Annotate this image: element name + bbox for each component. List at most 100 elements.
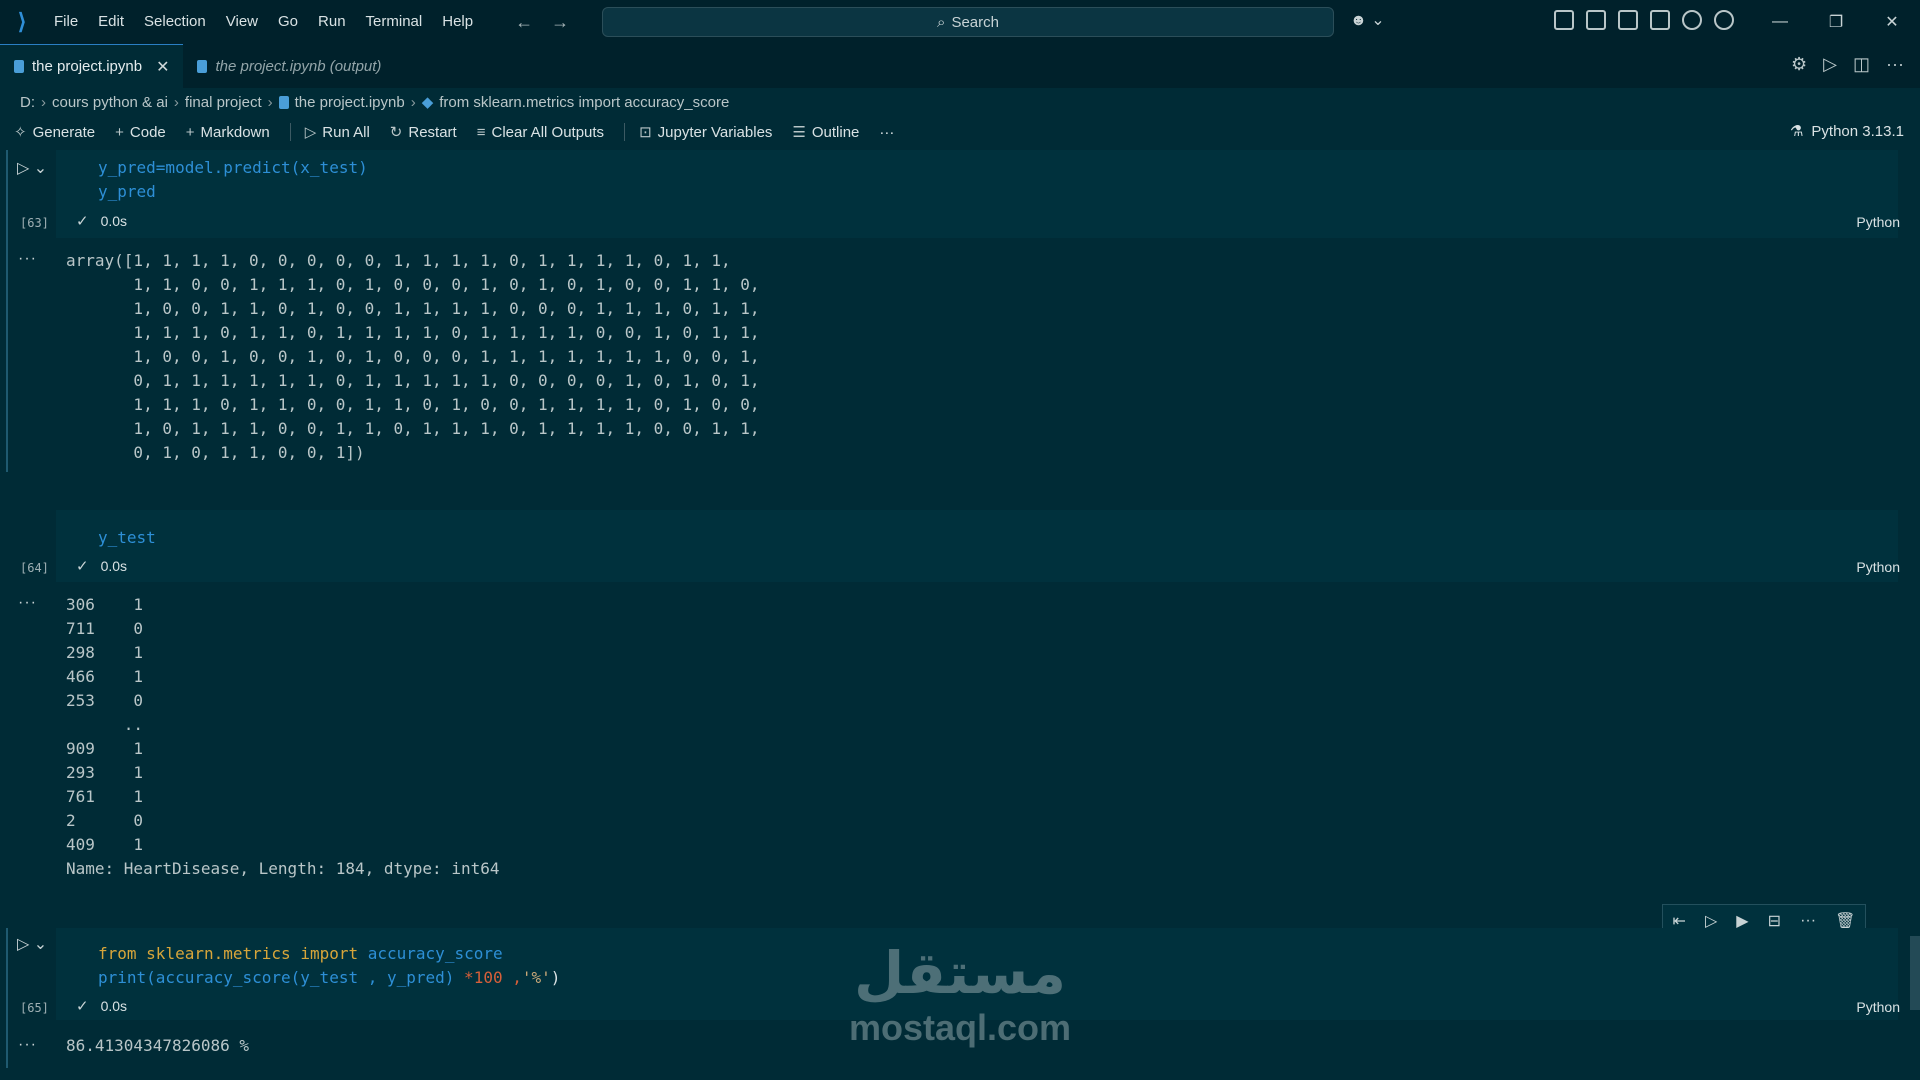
code-line: y_pred=model.predict(x_test) — [98, 158, 368, 177]
print-call: print(accuracy_score(y_test , y_pred) — [98, 968, 455, 987]
execution-count: [64] — [20, 561, 49, 575]
menu-bar: File Edit Selection View Go Run Terminal… — [44, 0, 483, 44]
restore-icon[interactable]: ❐ — [1808, 0, 1864, 44]
tab-notebook-output[interactable]: the project.ipynb (output) — [183, 44, 395, 88]
menu-view[interactable]: View — [216, 0, 268, 44]
menu-file[interactable]: File — [44, 0, 88, 44]
account-icon[interactable] — [1682, 10, 1702, 30]
run-cell-button[interactable]: ▷ ⌄ — [17, 934, 47, 954]
toggle-panel-icon[interactable] — [1618, 10, 1638, 30]
chevron-right-icon: › — [267, 93, 273, 111]
tab-notebook[interactable]: the project.ipynb ✕ — [0, 44, 184, 88]
copilot-icon[interactable]: ☻ ⌄ — [1350, 10, 1385, 30]
more-actions-icon[interactable]: ··· — [1886, 54, 1904, 75]
add-code-cell-button[interactable]: + Code — [115, 124, 166, 141]
toggle-primary-sidebar-icon[interactable] — [1586, 10, 1606, 30]
outline-button[interactable]: ☰ Outline — [792, 123, 860, 142]
close-paren: ) — [550, 968, 561, 987]
menu-go[interactable]: Go — [268, 0, 308, 44]
plus-icon: + — [185, 123, 195, 141]
manage-gear-icon[interactable] — [1714, 10, 1734, 30]
cell-language[interactable]: Python — [1856, 214, 1900, 230]
clear-all-outputs-button[interactable]: ≡ Clear All Outputs — [477, 124, 604, 141]
keyword-from: from — [98, 944, 137, 963]
code-label: Code — [129, 123, 166, 141]
restart-button[interactable]: ↻ Restart — [390, 123, 457, 142]
clear-label: Clear All Outputs — [491, 123, 605, 141]
menu-edit[interactable]: Edit — [88, 0, 134, 44]
sparkle-icon: ✧ — [14, 124, 27, 141]
output-more-icon[interactable]: ··· — [18, 1036, 37, 1054]
restart-label: Restart — [408, 123, 457, 141]
cell-language[interactable]: Python — [1856, 999, 1900, 1015]
generate-label: Generate — [32, 123, 96, 141]
minimize-icon[interactable]: — — [1752, 0, 1808, 44]
breadcrumb-folder[interactable]: final project — [185, 94, 262, 111]
breadcrumb-cell[interactable]: from sklearn.metrics import accuracy_sco… — [439, 94, 729, 111]
breadcrumb-drive[interactable]: D: — [20, 94, 35, 111]
vscode-logo-icon: ⟩ — [17, 9, 27, 34]
outline-label: Outline — [811, 123, 860, 141]
markdown-label: Markdown — [200, 123, 270, 141]
cell-output: array([1, 1, 1, 1, 0, 0, 0, 0, 0, 1, 1, … — [66, 251, 760, 462]
code-editor[interactable]: y_pred=model.predict(x_test) y_pred — [56, 150, 1898, 204]
cell-output: 306 1 711 0 298 1 466 1 253 0 .. 909 1 2… — [66, 595, 500, 878]
execution-time: 0.0s — [100, 998, 128, 1014]
keyword-import: import — [300, 944, 359, 963]
generate-button[interactable]: ✧ Generate — [14, 123, 96, 142]
toggle-secondary-sidebar-icon[interactable] — [1650, 10, 1670, 30]
code-cell[interactable]: y_pred=model.predict(x_test) y_pred — [56, 150, 1898, 238]
menu-terminal[interactable]: Terminal — [356, 0, 433, 44]
cell-language[interactable]: Python — [1856, 559, 1900, 575]
chevron-right-icon: › — [41, 93, 46, 111]
nav-arrows: ← → — [515, 12, 569, 33]
run-icon[interactable]: ▷ — [1823, 54, 1837, 75]
search-label: Search — [951, 13, 999, 31]
forward-arrow-icon[interactable]: → — [551, 12, 569, 33]
menu-help[interactable]: Help — [432, 0, 483, 44]
more-label: ··· — [879, 123, 895, 141]
editor-scrollbar[interactable] — [1910, 936, 1920, 1010]
editor-tab-bar: the project.ipynb ✕ the project.ipynb (o… — [0, 44, 1920, 88]
cell-status: ✓ 0.0s — [76, 997, 127, 1015]
run-cell-button[interactable]: ▷ ⌄ — [17, 158, 47, 178]
back-arrow-icon[interactable]: ← — [515, 12, 533, 33]
run-all-label: Run All — [322, 123, 370, 141]
output-more-icon[interactable]: ··· — [18, 594, 37, 612]
more-toolbar-button[interactable]: ··· — [879, 124, 894, 141]
kernel-picker[interactable]: ⚗ Python 3.13.1 — [1790, 122, 1904, 141]
toolbar-divider — [624, 123, 626, 141]
split-editor-icon[interactable]: ◫ — [1853, 54, 1870, 75]
python-symbol-icon: ◆ — [421, 94, 434, 111]
success-check-icon: ✓ — [76, 998, 89, 1015]
notebook-file-icon — [278, 95, 289, 109]
breadcrumb-file[interactable]: the project.ipynb — [295, 94, 405, 111]
notebook-settings-icon[interactable]: ⚙ — [1791, 54, 1807, 75]
code-editor[interactable]: y_test — [56, 510, 1898, 550]
close-window-icon[interactable]: ✕ — [1864, 0, 1920, 44]
output-more-icon[interactable]: ··· — [18, 250, 37, 268]
close-tab-icon[interactable]: ✕ — [156, 57, 169, 77]
tab-label: the project.ipynb (output) — [215, 57, 382, 75]
command-search-box[interactable]: ⌕ Search — [602, 7, 1334, 37]
cell-status: ✓ 0.0s — [76, 212, 127, 230]
variables-label: Jupyter Variables — [657, 123, 773, 141]
kernel-label: Python 3.13.1 — [1811, 122, 1904, 140]
add-markdown-cell-button[interactable]: + Markdown — [186, 124, 270, 141]
notebook-file-icon — [14, 60, 24, 73]
string-literal: '%' — [521, 968, 551, 987]
code-cell[interactable]: y_test — [56, 510, 1898, 582]
watermark-latin-text: mostaql.com — [848, 1007, 1072, 1048]
jupyter-variables-button[interactable]: ⊡ Jupyter Variables — [639, 123, 773, 142]
notebook-toolbar: ✧ Generate + Code + Markdown ▷ Run All ↻… — [0, 118, 1920, 146]
customize-layout-icon[interactable] — [1554, 10, 1574, 30]
breadcrumb-folder[interactable]: cours python & ai — [52, 94, 168, 111]
breadcrumb: D: › cours python & ai › final project ›… — [20, 90, 729, 114]
cell-status: ✓ 0.0s — [76, 557, 127, 575]
clear-outputs-icon: ≡ — [476, 123, 486, 141]
run-all-button[interactable]: ▷ Run All — [305, 123, 370, 142]
execution-count: [65] — [20, 1001, 49, 1015]
tab-label: the project.ipynb — [32, 58, 143, 75]
menu-selection[interactable]: Selection — [134, 0, 216, 44]
menu-run[interactable]: Run — [308, 0, 356, 44]
